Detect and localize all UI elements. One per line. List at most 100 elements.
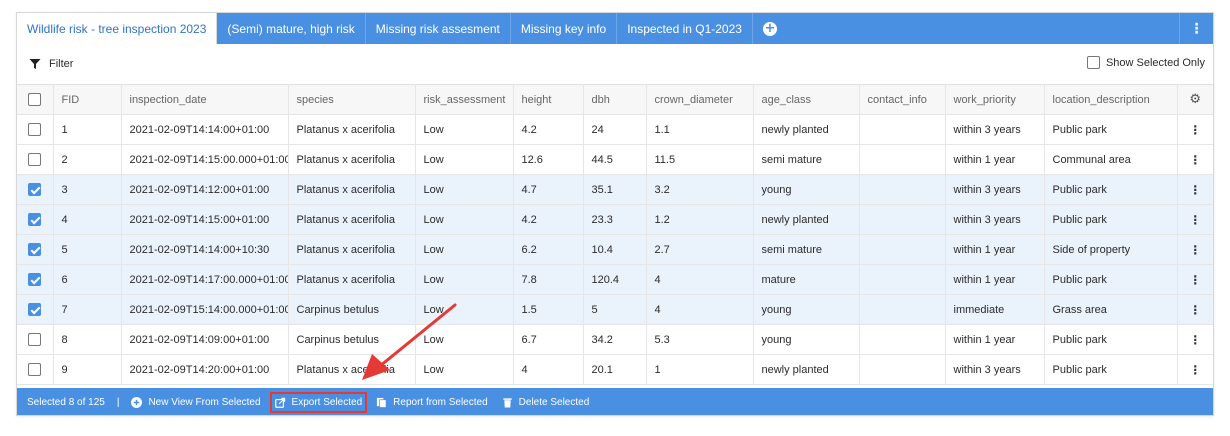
column-header[interactable]: location_description xyxy=(1044,84,1178,115)
row-actions-cell: ⋮ xyxy=(1177,144,1213,175)
export-selected-button[interactable]: Export Selected xyxy=(269,392,368,413)
table-cell-height: 6.2 xyxy=(513,234,584,265)
table-cell-work-priority: within 3 years xyxy=(945,354,1045,385)
table-cell-fid: 2 xyxy=(53,144,122,175)
column-header[interactable]: work_priority xyxy=(945,84,1045,115)
table-row[interactable]: 7 2021-02-09T15:14:00.000+01:00 Carpinus b… xyxy=(17,294,1213,325)
table-row[interactable]: 6 2021-02-09T14:17:00.000+01:00 Platanus x… xyxy=(17,264,1213,295)
select-all-checkbox[interactable] xyxy=(28,93,42,106)
column-header[interactable]: risk_assessment xyxy=(415,84,514,115)
footer-separator: | xyxy=(116,397,120,408)
table-cell-risk-assessment: Low xyxy=(415,354,514,385)
row-more-options-icon[interactable]: ⋮ xyxy=(1189,153,1201,167)
row-select-cell xyxy=(17,354,54,385)
tab-wildlife-risk[interactable]: Wildlife risk - tree inspection 2023 xyxy=(17,13,218,44)
table-row[interactable]: 4 2021-02-09T14:15:00+01:00 Platanus x ace… xyxy=(17,204,1213,235)
export-label: Export Selected xyxy=(291,397,363,408)
select-all-cell xyxy=(17,84,54,115)
table-cell-fid: 9 xyxy=(53,354,122,385)
table-row[interactable]: 1 2021-02-09T14:14:00+01:00 Platanus x ace… xyxy=(17,114,1213,145)
row-more-options-icon[interactable]: ⋮ xyxy=(1189,273,1201,287)
column-header[interactable]: inspection_date xyxy=(121,84,289,115)
table-cell-fid: 7 xyxy=(53,294,122,325)
table-cell-contact-info xyxy=(859,204,946,235)
table-cell-inspection-date: 2021-02-09T14:15:00+01:00 xyxy=(121,204,289,235)
gear-icon[interactable]: ⚙ xyxy=(1189,92,1201,107)
row-checkbox[interactable] xyxy=(28,303,42,316)
table-cell-dbh: 5 xyxy=(583,294,647,325)
table-row[interactable]: 8 2021-02-09T14:09:00+01:00 Carpinus betul… xyxy=(17,324,1213,355)
table-cell-contact-info xyxy=(859,144,946,175)
row-checkbox[interactable] xyxy=(28,123,42,136)
show-selected-only-checkbox[interactable] xyxy=(1086,56,1100,69)
table-cell-inspection-date: 2021-02-09T14:09:00+01:00 xyxy=(121,324,289,355)
table-cell-contact-info xyxy=(859,174,946,205)
column-header[interactable]: species xyxy=(288,84,416,115)
table-cell-contact-info xyxy=(859,294,946,325)
table-cell-dbh: 24 xyxy=(583,114,647,145)
row-select-cell xyxy=(17,174,54,205)
row-more-options-icon[interactable]: ⋮ xyxy=(1189,123,1201,137)
table-cell-location-description: Public park xyxy=(1044,204,1178,235)
table-row[interactable]: 9 2021-02-09T14:20:00+01:00 Platanus x ace… xyxy=(17,354,1213,385)
row-checkbox[interactable] xyxy=(28,153,42,166)
selection-footer: Selected 8 of 125 | New View From Select… xyxy=(17,388,1213,415)
row-select-cell xyxy=(17,294,54,325)
tab-missing-key-info[interactable]: Missing key info xyxy=(511,13,618,44)
table-cell-age-class: mature xyxy=(753,264,860,295)
table-row[interactable]: 5 2021-02-09T14:14:00+10:30 Platanus x ace… xyxy=(17,234,1213,265)
table-cell-risk-assessment: Low xyxy=(415,324,514,355)
table-cell-location-description: Side of property xyxy=(1044,234,1178,265)
row-checkbox[interactable] xyxy=(28,273,42,286)
row-more-options-icon[interactable]: ⋮ xyxy=(1189,213,1201,227)
table-cell-work-priority: within 1 year xyxy=(945,144,1045,175)
table-cell-crown-diameter: 11.5 xyxy=(646,144,754,175)
table-cell-inspection-date: 2021-02-09T14:20:00+01:00 xyxy=(121,354,289,385)
table-cell-species: Platanus x acerifolia xyxy=(288,114,416,145)
tabs-more-options-icon[interactable]: ⋮ xyxy=(1179,13,1213,44)
column-header[interactable]: contact_info xyxy=(859,84,946,115)
column-header[interactable]: FID xyxy=(53,84,122,115)
tab-inspected-q1-2023[interactable]: Inspected in Q1-2023 xyxy=(617,13,753,44)
column-header[interactable]: height xyxy=(513,84,584,115)
table-cell-dbh: 35.1 xyxy=(583,174,647,205)
plus-circle-icon: + xyxy=(762,20,777,36)
tab-missing-risk-assessment[interactable]: Missing risk assesment xyxy=(366,13,511,44)
table-cell-contact-info xyxy=(859,264,946,295)
table-cell-dbh: 120.4 xyxy=(583,264,647,295)
column-header[interactable]: dbh xyxy=(583,84,647,115)
row-checkbox[interactable] xyxy=(28,243,42,256)
table-cell-risk-assessment: Low xyxy=(415,204,514,235)
row-more-options-icon[interactable]: ⋮ xyxy=(1189,333,1201,347)
report-from-selected-button[interactable]: Report from Selected xyxy=(376,397,488,408)
table-row[interactable]: 2 2021-02-09T14:15:00.000+01:00 Platanus x… xyxy=(17,144,1213,175)
column-header[interactable]: age_class xyxy=(753,84,860,115)
table-row[interactable]: 3 2021-02-09T14:12:00+01:00 Platanus x ace… xyxy=(17,174,1213,205)
row-checkbox[interactable] xyxy=(28,333,42,346)
row-actions-cell: ⋮ xyxy=(1177,354,1213,385)
row-select-cell xyxy=(17,324,54,355)
delete-selected-button[interactable]: Delete Selected xyxy=(502,397,589,408)
table-cell-dbh: 44.5 xyxy=(583,144,647,175)
add-tab-button[interactable]: + xyxy=(753,13,787,44)
table-cell-risk-assessment: Low xyxy=(415,114,514,145)
row-more-options-icon[interactable]: ⋮ xyxy=(1189,363,1201,377)
table-cell-location-description: Public park xyxy=(1044,114,1178,145)
table-cell-inspection-date: 2021-02-09T14:15:00.000+01:00 xyxy=(121,144,289,175)
row-checkbox[interactable] xyxy=(28,363,42,376)
table-cell-fid: 1 xyxy=(53,114,122,145)
table-cell-risk-assessment: Low xyxy=(415,234,514,265)
new-view-from-selected-button[interactable]: New View From Selected xyxy=(131,397,261,408)
new-view-label: New View From Selected xyxy=(148,397,261,408)
filter-button[interactable]: Filter xyxy=(29,58,73,70)
row-select-cell xyxy=(17,204,54,235)
row-more-options-icon[interactable]: ⋮ xyxy=(1189,183,1201,197)
row-checkbox[interactable] xyxy=(28,183,42,196)
row-checkbox[interactable] xyxy=(28,213,42,226)
show-selected-only-toggle[interactable]: Show Selected Only xyxy=(1086,56,1205,69)
column-header[interactable]: crown_diameter xyxy=(646,84,754,115)
tab-semi-mature-high-risk[interactable]: (Semi) mature, high risk xyxy=(217,13,366,44)
table-cell-work-priority: within 1 year xyxy=(945,324,1045,355)
row-more-options-icon[interactable]: ⋮ xyxy=(1189,303,1201,317)
row-more-options-icon[interactable]: ⋮ xyxy=(1189,243,1201,257)
